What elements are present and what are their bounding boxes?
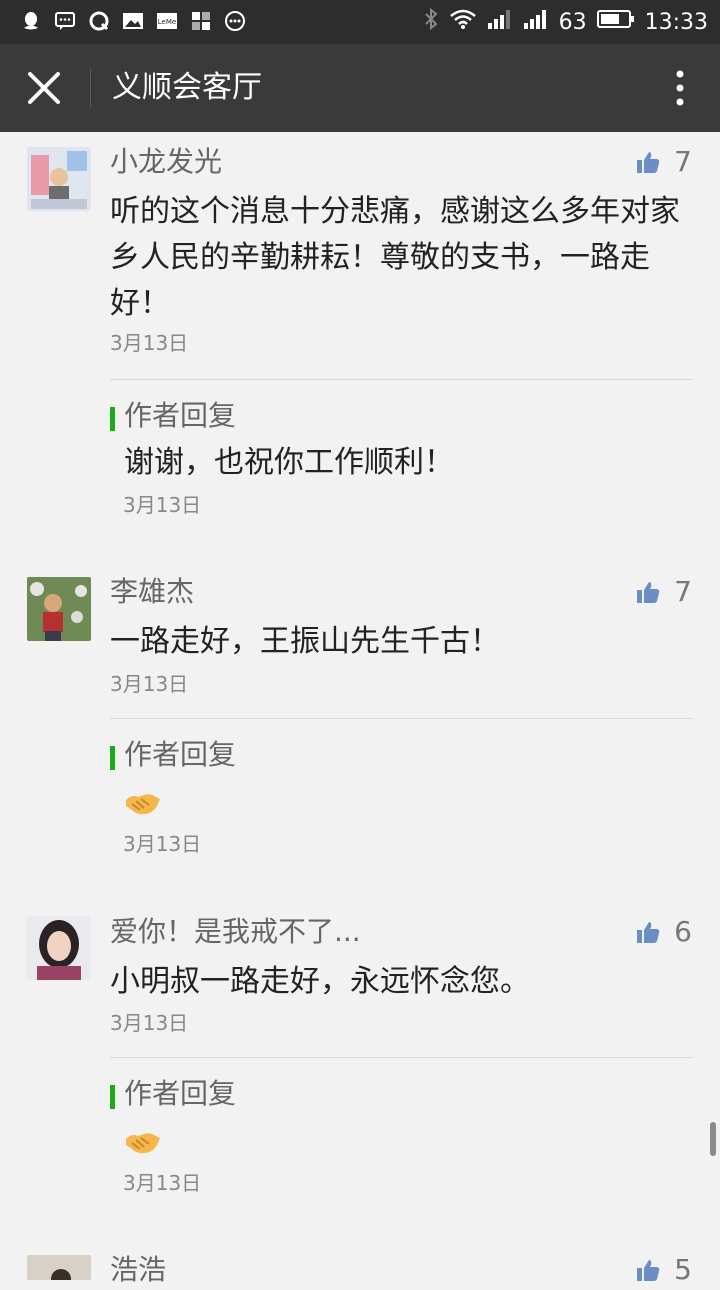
- comment-date: 3月13日: [110, 1011, 189, 1035]
- avatar[interactable]: [27, 916, 91, 980]
- qq-browser-icon: [88, 10, 110, 32]
- like-count: 7: [674, 575, 692, 608]
- more-vertical-icon: [676, 70, 684, 106]
- status-bar-left-icons: LeMe: [20, 10, 246, 32]
- qq-icon: [20, 10, 42, 32]
- apps-icon: [190, 10, 212, 32]
- signal-icon: [523, 8, 549, 36]
- like-button[interactable]: 5: [636, 1250, 692, 1290]
- thumbs-up-icon: [637, 152, 660, 173]
- comment-nickname[interactable]: 浩浩: [110, 1250, 166, 1290]
- scrollbar[interactable]: [710, 1122, 716, 1156]
- reply-separator: [110, 1057, 693, 1058]
- reply-separator: [110, 718, 693, 719]
- like-count: 5: [674, 1253, 692, 1286]
- title-bar: 义顺会客厅: [0, 44, 720, 132]
- close-button[interactable]: [20, 64, 68, 112]
- author-reply-label: 作者回复: [110, 398, 236, 434]
- like-count: 6: [674, 915, 692, 948]
- comment-nickname[interactable]: 小龙发光: [110, 142, 222, 182]
- comment-text: 听的这个消息十分悲痛，感谢这么多年对家乡人民的辛勤耕耘！尊敬的支书，一路走好！: [110, 194, 680, 321]
- more-dots-icon: [224, 10, 246, 32]
- thumbs-up-icon: [637, 1260, 660, 1281]
- comment-date: 3月13日: [110, 331, 189, 355]
- handshake-emoji: [124, 1129, 162, 1161]
- avatar[interactable]: [27, 577, 91, 641]
- avatar[interactable]: [27, 147, 91, 211]
- leme-icon: LeMe: [156, 10, 178, 32]
- like-button[interactable]: 7: [636, 142, 692, 182]
- reply-date: 3月13日: [123, 493, 202, 517]
- clock: 13:33: [644, 9, 708, 35]
- battery-icon: [596, 9, 635, 35]
- author-reply-label: 作者回复: [110, 737, 236, 773]
- thumbs-up-icon: [637, 922, 660, 943]
- comment-text: 小明叔一路走好，永远怀念您。: [110, 964, 530, 999]
- comment-text: 一路走好，王振山先生千古！: [110, 624, 500, 659]
- battery-level: 63: [558, 9, 587, 35]
- gallery-icon: [122, 10, 144, 32]
- title-divider: [90, 68, 91, 108]
- message-icon: [54, 10, 76, 32]
- comment-date: 3月13日: [110, 672, 189, 696]
- like-button[interactable]: 7: [636, 572, 692, 612]
- thumbs-up-icon: [637, 582, 660, 603]
- bluetooth-icon: [423, 7, 439, 37]
- close-icon: [28, 72, 60, 104]
- like-button[interactable]: 6: [636, 912, 692, 952]
- handshake-emoji: [124, 790, 162, 822]
- wifi-icon: [449, 8, 477, 36]
- comment-nickname[interactable]: 李雄杰: [110, 572, 194, 612]
- status-bar-right: 63 13:33: [423, 6, 708, 38]
- author-reply-text: 谢谢，也祝你工作顺利！: [124, 445, 454, 480]
- avatar[interactable]: [27, 1255, 91, 1280]
- reply-date: 3月13日: [123, 1171, 202, 1195]
- comment-nickname[interactable]: 爱你！是我戒不了...: [110, 912, 361, 952]
- page-title: 义顺会客厅: [112, 70, 262, 105]
- like-count: 7: [674, 145, 692, 178]
- status-bar: LeMe 63 13:33: [0, 0, 720, 44]
- reply-separator: [110, 379, 693, 380]
- author-reply-label: 作者回复: [110, 1076, 236, 1112]
- svg-text:LeMe: LeMe: [158, 18, 176, 26]
- reply-date: 3月13日: [123, 832, 202, 856]
- more-menu-button[interactable]: [668, 66, 692, 110]
- signal-icon: [487, 8, 513, 36]
